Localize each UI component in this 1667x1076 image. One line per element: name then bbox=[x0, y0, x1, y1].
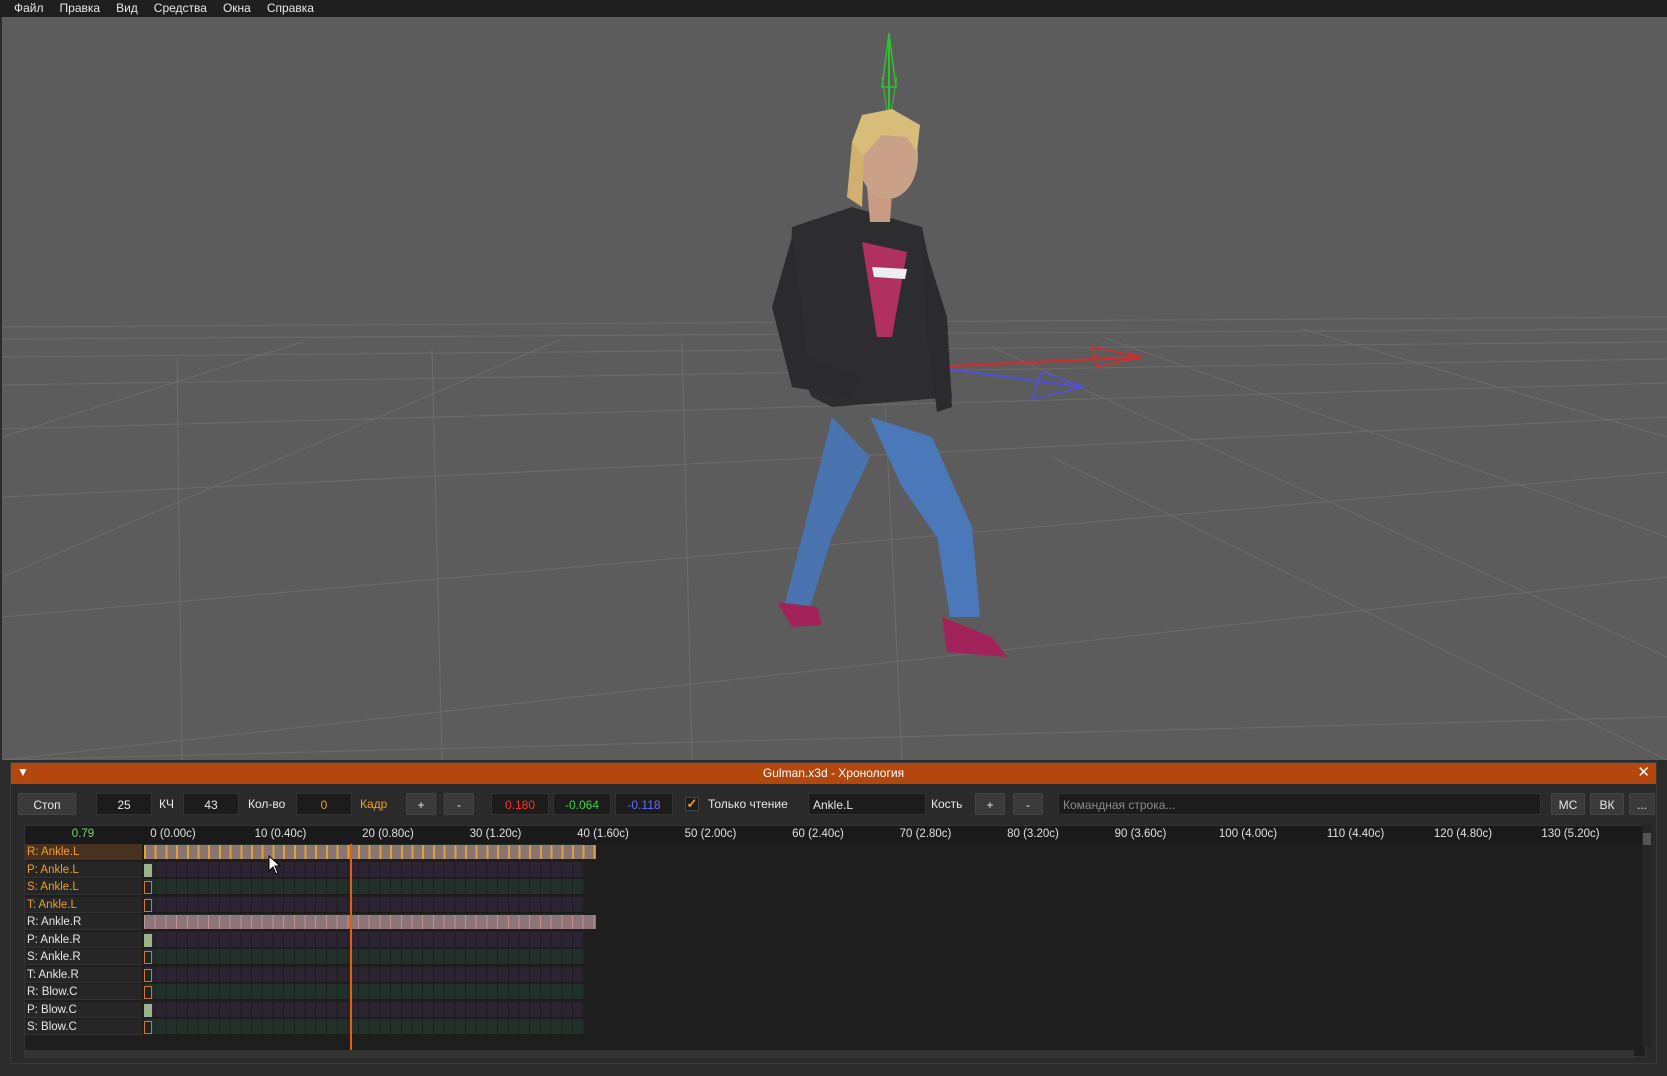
count-label: Кол-во bbox=[248, 797, 286, 811]
track-lane[interactable] bbox=[144, 949, 584, 965]
track-row[interactable]: T: Ankle.R bbox=[25, 966, 1645, 984]
character-model[interactable] bbox=[772, 109, 1007, 657]
track-row[interactable]: P: Ankle.R bbox=[25, 931, 1645, 949]
readonly-label: Только чтение bbox=[708, 797, 788, 811]
keyframe[interactable] bbox=[144, 933, 152, 947]
count-field[interactable]: 43 bbox=[183, 793, 239, 815]
track-label[interactable]: R: Ankle.R bbox=[25, 914, 142, 930]
stop-button[interactable]: Стоп bbox=[18, 793, 76, 815]
keyframe[interactable] bbox=[144, 1021, 152, 1034]
menu-bar: Файл Правка Вид Средства Окна Справка bbox=[0, 0, 1667, 17]
keyframe[interactable] bbox=[144, 898, 152, 912]
menu-item-3[interactable]: Средства bbox=[146, 0, 215, 17]
keyframe[interactable] bbox=[144, 881, 152, 894]
mouse-cursor-icon bbox=[268, 855, 282, 875]
ruler-tick-label: 50 (2.00c) bbox=[684, 828, 737, 840]
keyframe[interactable] bbox=[144, 1003, 152, 1017]
readonly-checkbox[interactable]: ✓ bbox=[685, 797, 699, 811]
track-label[interactable]: P: Blow.C bbox=[25, 1001, 142, 1018]
remove-bone-button[interactable]: - bbox=[1013, 793, 1043, 815]
z-value-field[interactable]: -0.118 bbox=[615, 793, 673, 815]
x-value-field[interactable]: 0.180 bbox=[491, 793, 549, 815]
keyframe[interactable] bbox=[144, 951, 152, 964]
keyframe[interactable] bbox=[144, 986, 152, 999]
ruler-tick-label: 110 (4.40c) bbox=[1326, 828, 1385, 840]
track-label[interactable]: S: Ankle.L bbox=[25, 879, 142, 895]
viewport-scene bbox=[2, 32, 1667, 760]
current-time-label: 0.79 bbox=[71, 828, 95, 840]
menu-item-4[interactable]: Окна bbox=[215, 0, 259, 17]
vk-button[interactable]: ВК bbox=[1590, 793, 1624, 815]
track-row[interactable]: S: Ankle.R bbox=[25, 949, 1645, 966]
more-button[interactable]: ... bbox=[1629, 793, 1655, 815]
mc-button[interactable]: MC bbox=[1551, 793, 1585, 815]
track-label[interactable]: T: Ankle.L bbox=[25, 896, 142, 913]
bone-name-field[interactable]: Ankle.L bbox=[808, 793, 926, 815]
track-row[interactable]: P: Blow.C bbox=[25, 1001, 1645, 1019]
track-label[interactable]: R: Ankle.L bbox=[25, 844, 142, 860]
menu-item-0[interactable]: Файл bbox=[6, 0, 52, 17]
frame-label: Кадр bbox=[360, 797, 388, 811]
ruler-tick-label: 30 (1.20c) bbox=[469, 828, 522, 840]
add-key-button[interactable]: + bbox=[406, 793, 436, 815]
track-label[interactable]: R: Blow.C bbox=[25, 984, 142, 1000]
vertical-scrollbar[interactable] bbox=[1642, 825, 1652, 1047]
ruler-tick-label: 10 (0.40c) bbox=[254, 828, 307, 840]
track-lane[interactable] bbox=[144, 966, 584, 983]
track-lane[interactable] bbox=[144, 931, 584, 948]
remove-key-button[interactable]: - bbox=[444, 793, 474, 815]
track-row[interactable]: R: Ankle.R bbox=[25, 914, 1645, 931]
track-label[interactable]: S: Blow.C bbox=[25, 1019, 142, 1035]
track-row[interactable]: T: Ankle.L bbox=[25, 896, 1645, 914]
track-label[interactable]: S: Ankle.R bbox=[25, 949, 142, 965]
timeline-toolbar: Стоп 25 КЧ 43 Кол-во 0 Кадр + - 0.180 -0… bbox=[11, 784, 1656, 822]
close-icon[interactable]: ✕ bbox=[1637, 764, 1650, 782]
keyframe[interactable] bbox=[144, 968, 152, 982]
track-lane[interactable] bbox=[144, 1019, 584, 1035]
ruler-tick-label: 100 (4.00c) bbox=[1218, 828, 1278, 840]
track-row[interactable]: R: Blow.C bbox=[25, 984, 1645, 1001]
track-label[interactable]: T: Ankle.R bbox=[25, 966, 142, 983]
track-lane[interactable] bbox=[144, 1001, 584, 1018]
track-label[interactable]: P: Ankle.R bbox=[25, 931, 142, 948]
fps-label: КЧ bbox=[159, 797, 174, 811]
ruler-tick-label: 120 (4.80c) bbox=[1433, 828, 1493, 840]
menu-item-5[interactable]: Справка bbox=[259, 0, 322, 17]
menu-item-1[interactable]: Правка bbox=[52, 0, 109, 17]
timeline-titlebar: ▼ Gulman.x3d - Хронология ✕ bbox=[11, 763, 1656, 784]
ruler-tick-label: 130 (5.20c) bbox=[1541, 828, 1600, 840]
track-row[interactable]: S: Blow.C bbox=[25, 1019, 1645, 1036]
fps-field[interactable]: 25 bbox=[96, 793, 152, 815]
ruler-tick-label: 90 (3.60c) bbox=[1114, 828, 1167, 840]
playhead[interactable] bbox=[350, 844, 352, 1054]
track-lane[interactable] bbox=[144, 896, 584, 913]
keyframe[interactable] bbox=[144, 863, 152, 877]
track-lane[interactable] bbox=[144, 879, 584, 895]
menu-item-2[interactable]: Вид bbox=[108, 0, 146, 17]
track-lane[interactable] bbox=[144, 861, 584, 878]
horizontal-scrollbar[interactable] bbox=[24, 1050, 1634, 1058]
ruler-tick-label: 70 (2.80c) bbox=[899, 828, 952, 840]
timeline-panel: ▼ Gulman.x3d - Хронология ✕ Стоп 25 КЧ 4… bbox=[10, 762, 1657, 1064]
ruler-tick-label: 60 (2.40c) bbox=[792, 828, 844, 840]
y-value-field[interactable]: -0.064 bbox=[553, 793, 611, 815]
track-lane[interactable] bbox=[144, 984, 584, 1000]
track-label[interactable]: P: Ankle.L bbox=[25, 861, 142, 878]
ruler-tick-label: 40 (1.60c) bbox=[577, 828, 629, 840]
track-row[interactable]: S: Ankle.L bbox=[25, 879, 1645, 896]
keyframe-strip[interactable] bbox=[144, 845, 596, 859]
vertical-scroll-thumb[interactable] bbox=[1643, 833, 1651, 845]
keyframe-strip[interactable] bbox=[144, 915, 596, 929]
ruler-tick-label: 20 (0.80c) bbox=[362, 828, 414, 840]
time-ruler[interactable]: 0.79 0 (0.00c) 10 (0.40c) 20 (0.80c) 30 (1.… bbox=[25, 826, 1645, 844]
ruler-tick-label: 80 (3.20c) bbox=[1007, 828, 1059, 840]
3d-viewport[interactable] bbox=[2, 17, 1667, 760]
command-line-input[interactable]: Командная строка... bbox=[1058, 793, 1541, 815]
ruler-tick-label: 0 (0.00c) bbox=[150, 828, 196, 840]
timeline-title: Gulman.x3d - Хронология bbox=[762, 766, 905, 780]
add-bone-button[interactable]: + bbox=[975, 793, 1005, 815]
frame-field[interactable]: 0 bbox=[296, 793, 352, 815]
bone-label: Кость bbox=[931, 797, 963, 811]
